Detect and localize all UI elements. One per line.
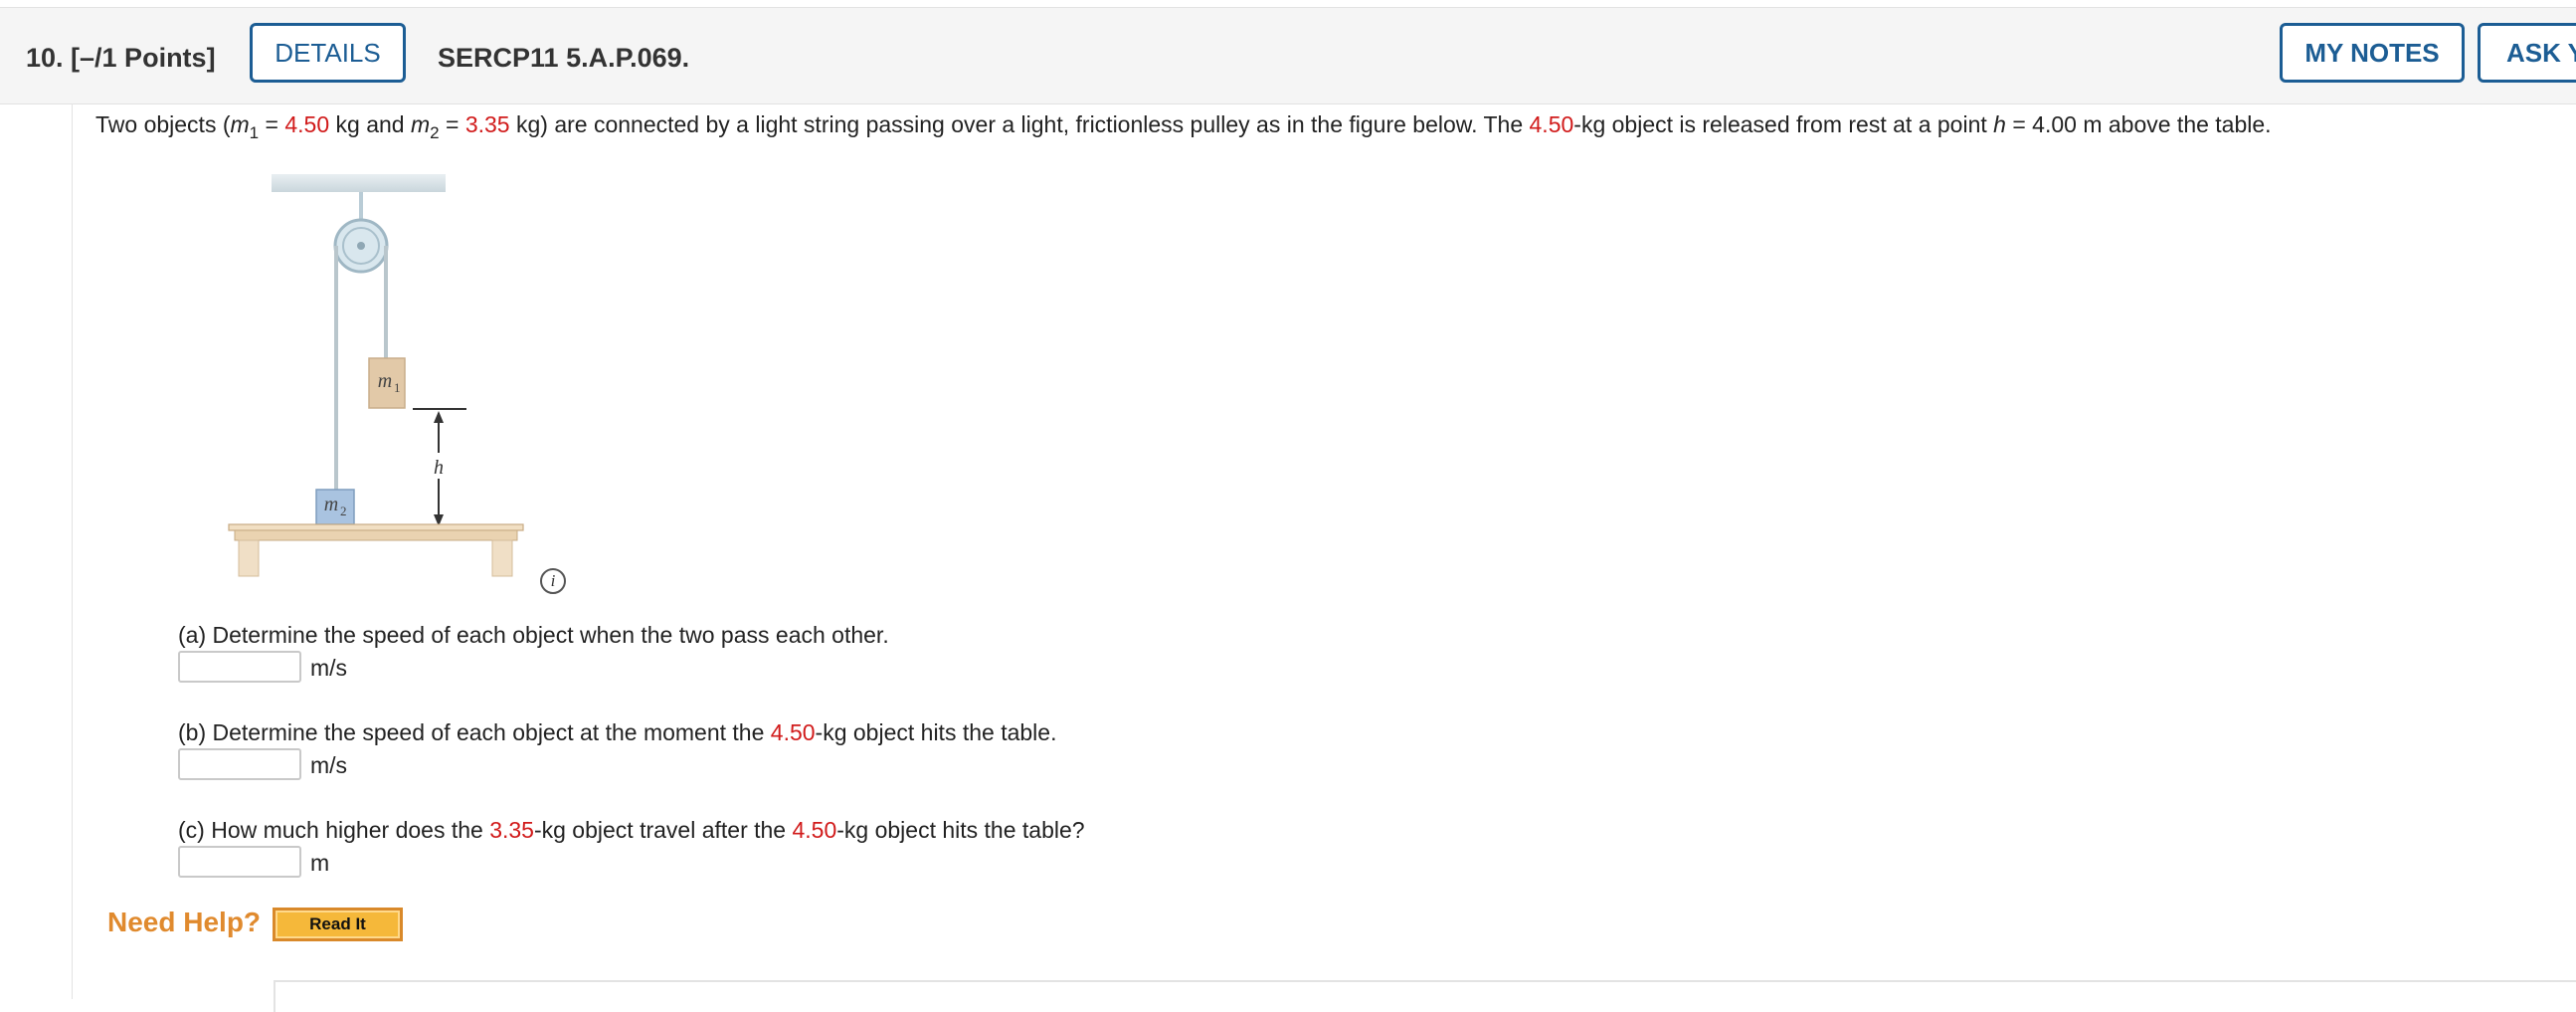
prompt-text: Two objects (: [95, 111, 231, 137]
m2-symbol: m: [410, 111, 431, 137]
table-leg: [491, 539, 513, 577]
prompt-text: -kg object is released from rest at a po…: [1573, 111, 1994, 137]
part-b-answer-input[interactable]: [178, 748, 301, 780]
table-top: [228, 523, 524, 531]
part-b-text: (b) Determine the speed of each object a…: [178, 719, 771, 745]
m1-value: 4.50: [792, 817, 837, 843]
m2-value: 3.35: [464, 111, 510, 137]
part-c-text: (c) How much higher does the: [178, 817, 490, 843]
m1-value: 4.50: [1529, 111, 1574, 137]
part-b-text: -kg object hits the table.: [815, 719, 1057, 745]
part-c-text: -kg object travel after the: [533, 817, 793, 843]
question-header: 10. [–/1 Points] DETAILS SERCP11 5.A.P.0…: [0, 7, 2576, 104]
part-a-question: (a) Determine the speed of each object w…: [178, 622, 889, 648]
h-symbol: h: [1993, 111, 2006, 137]
part-b-unit: m/s: [310, 752, 348, 778]
question-id: SERCP11 5.A.P.069.: [438, 43, 690, 73]
info-icon[interactable]: i: [540, 568, 566, 594]
m1-value: 4.50: [770, 719, 816, 745]
m1-label: m: [378, 370, 392, 392]
part-c-question: (c) How much higher does the 3.35-kg obj…: [178, 817, 1085, 844]
h-label: h: [434, 457, 444, 479]
part-a-answer-input[interactable]: [178, 651, 301, 683]
part-b-question: (b) Determine the speed of each object a…: [178, 719, 1056, 746]
m2-value: 3.35: [489, 817, 534, 843]
prompt-text: =: [259, 111, 285, 137]
part-c-unit: m: [310, 850, 330, 876]
details-button[interactable]: DETAILS: [250, 23, 406, 83]
part-a-unit: m/s: [310, 655, 348, 681]
m2-label-subscript: 2: [340, 504, 347, 518]
part-c-answer-input[interactable]: [178, 846, 301, 878]
ask-teacher-button[interactable]: ASK Y: [2478, 23, 2576, 83]
prompt-text: =: [439, 111, 465, 137]
m1-symbol: m: [230, 111, 250, 137]
m1-value: 4.50: [284, 111, 330, 137]
read-it-button[interactable]: Read It: [273, 908, 403, 941]
m2-subscript: 2: [430, 123, 440, 142]
m1-subscript: 1: [249, 123, 260, 142]
m2-label: m: [324, 494, 338, 515]
part-c-text: -kg object hits the table?: [836, 817, 1085, 843]
m1-label-subscript: 1: [394, 380, 401, 395]
answer-feedback-panel: [274, 980, 2576, 1012]
pulley-figure: m 1 m 2 h: [228, 174, 524, 577]
prompt-text: kg and: [329, 111, 411, 137]
content-border: [72, 103, 73, 999]
my-notes-button[interactable]: MY NOTES: [2280, 23, 2465, 83]
question-number: 10. [–/1 Points]: [26, 43, 216, 73]
question-prompt: Two objects (m1 = 4.50 kg and m2 = 3.35 …: [95, 111, 2272, 141]
table-leg: [238, 539, 260, 577]
need-help-label: Need Help?: [107, 907, 262, 937]
prompt-text: kg) are connected by a light string pass…: [509, 111, 1530, 137]
ceiling-support: [272, 174, 446, 192]
prompt-text: = 4.00 m above the table.: [2005, 111, 2272, 137]
